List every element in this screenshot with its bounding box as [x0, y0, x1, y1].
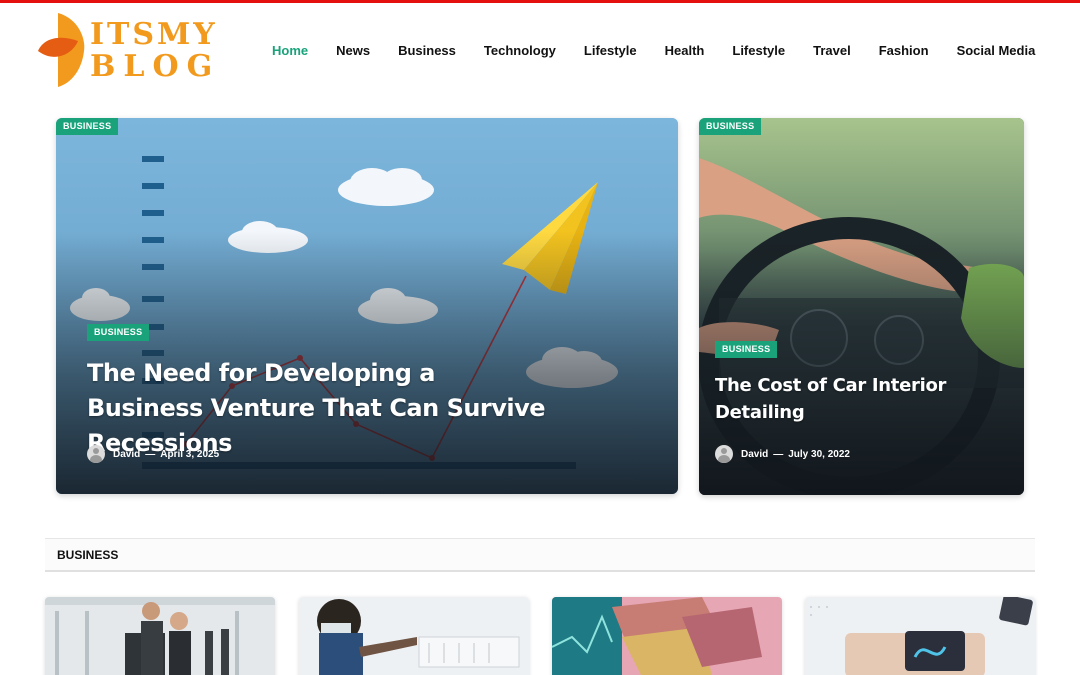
avatar[interactable]: [715, 445, 733, 463]
nav-item-news[interactable]: News: [336, 43, 370, 58]
logo-text-line2: BLOG: [90, 49, 221, 84]
category-badge[interactable]: BUSINESS: [56, 118, 119, 135]
main-navigation: Home News Business Technology Lifestyle …: [272, 40, 1063, 60]
nav-item-health[interactable]: Health: [665, 43, 705, 58]
nav-item-lifestyle-2[interactable]: Lifestyle: [732, 43, 785, 58]
nav-item-lifestyle[interactable]: Lifestyle: [584, 43, 637, 58]
post-thumbnail[interactable]: [805, 597, 1035, 675]
logo-leaf-icon: [38, 13, 85, 87]
nav-item-social-media[interactable]: Social Media: [957, 43, 1036, 58]
nav-item-fashion[interactable]: Fashion: [879, 43, 929, 58]
nav-item-travel[interactable]: Travel: [813, 43, 851, 58]
meta-separator: —: [145, 448, 156, 460]
avatar[interactable]: [87, 445, 105, 463]
category-badge[interactable]: BUSINESS: [715, 341, 778, 358]
post-thumbnail[interactable]: [552, 597, 782, 675]
logo-text-line1: ITSMY: [90, 17, 218, 52]
wallet-cards-image: [805, 597, 1035, 675]
post-meta: David — April 3, 2025: [87, 445, 219, 463]
featured-post-card-secondary[interactable]: BUSINESS BUSINESS The Cost of Car Interi…: [699, 118, 1024, 495]
post-title[interactable]: The Cost of Car Interior Detailing: [715, 372, 965, 426]
post-thumbnail[interactable]: [299, 597, 529, 675]
featured-post-card[interactable]: BUSINESS BUSINESS The Need for Developin…: [56, 118, 678, 494]
post-thumbnail[interactable]: [45, 597, 275, 675]
category-badge[interactable]: BUSINESS: [87, 324, 150, 341]
post-date[interactable]: April 3, 2025: [160, 449, 219, 460]
section-header: BUSINESS: [45, 538, 1035, 572]
post-meta: David — July 30, 2022: [715, 445, 850, 463]
meta-separator: —: [773, 448, 784, 460]
post-author[interactable]: David: [113, 449, 140, 460]
section-title[interactable]: BUSINESS: [57, 548, 118, 562]
nav-item-technology[interactable]: Technology: [484, 43, 556, 58]
post-author[interactable]: David: [741, 449, 768, 460]
nav-item-home[interactable]: Home: [272, 43, 308, 58]
site-header: ITSMY BLOG Home News Business Technology…: [0, 3, 1080, 93]
site-logo[interactable]: ITSMY BLOG: [36, 11, 236, 89]
nav-item-business[interactable]: Business: [398, 43, 456, 58]
money-finance-image: [552, 597, 782, 675]
office-people-image: [45, 597, 275, 675]
ac-repair-image: [299, 597, 529, 675]
category-badge[interactable]: BUSINESS: [699, 118, 762, 135]
post-date[interactable]: July 30, 2022: [788, 449, 850, 460]
